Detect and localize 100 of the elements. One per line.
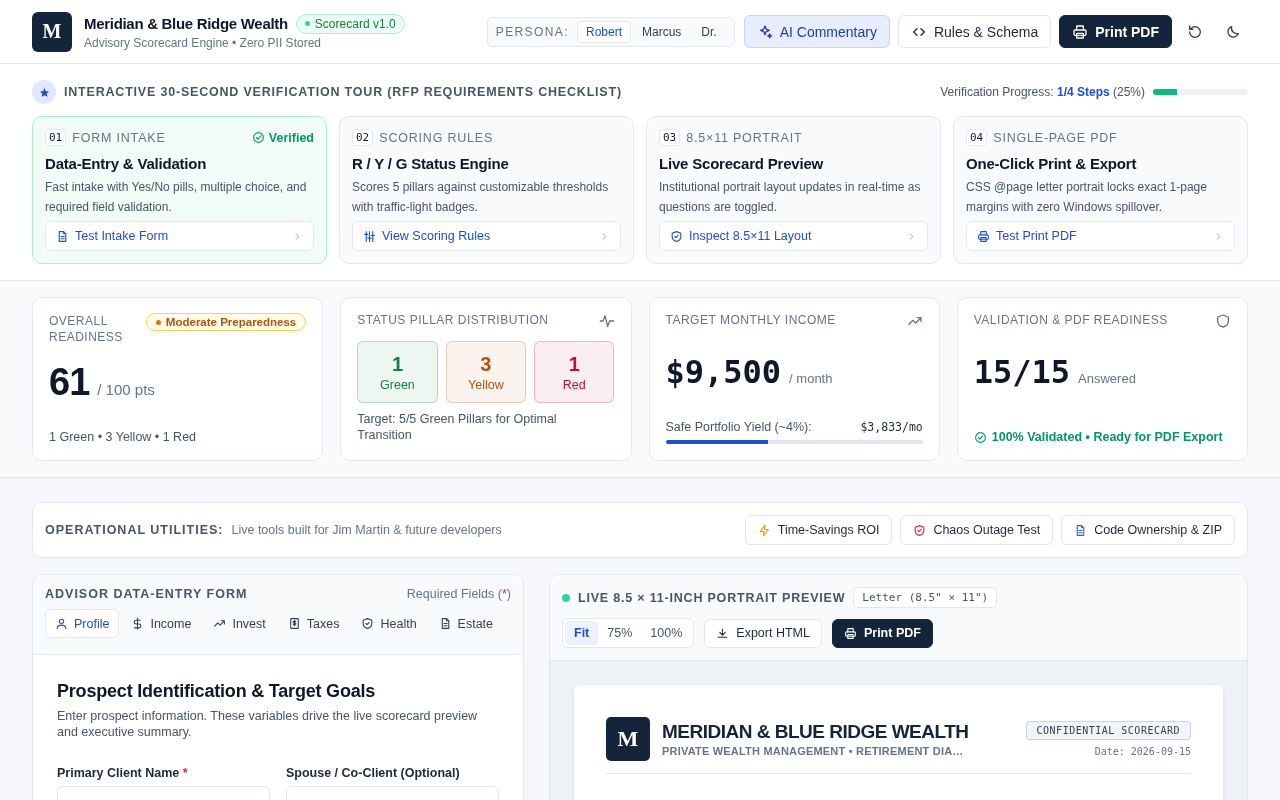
- zoom-option[interactable]: Fit: [565, 621, 599, 645]
- persona-option[interactable]: Robert: [576, 20, 631, 43]
- persona-option[interactable]: Dr.: [692, 20, 726, 43]
- yield-label: Safe Portfolio Yield (~4%):: [665, 420, 812, 434]
- person-icon: [55, 617, 68, 630]
- step-number: 01: [45, 129, 67, 146]
- pillar-count: 3: [480, 352, 492, 376]
- form-tab[interactable]: Health: [351, 609, 427, 638]
- step-category: SCORING RULES: [379, 130, 495, 145]
- pillar-label: Yellow: [468, 377, 504, 392]
- step-action-button[interactable]: Test Print PDF: [966, 221, 1235, 251]
- readiness-score: 61: [49, 361, 90, 404]
- export-html-button[interactable]: Export HTML: [704, 618, 822, 648]
- form-tab[interactable]: Estate: [428, 609, 504, 638]
- pillar-count: 1: [391, 352, 403, 376]
- scorecard-date: Date: 2026-09-15: [1094, 746, 1191, 757]
- form-tab[interactable]: Taxes: [277, 609, 350, 638]
- form-tab[interactable]: Income: [121, 609, 202, 638]
- header-button[interactable]: Rules & Schema: [897, 15, 1052, 48]
- step-description: Fast intake with Yes/No pills, multiple choice, and required field validation.: [45, 179, 308, 216]
- verified-label: Verified: [251, 130, 314, 145]
- step-category: 8.5×11 PORTRAIT: [686, 130, 804, 145]
- field-label: Primary Client Name *: [57, 766, 189, 780]
- readiness-summary: 1 Green • 3 Yellow • 1 Red: [49, 430, 198, 444]
- step-description: Institutional portrait layout updates in real-time as questions are toggled.: [659, 179, 922, 216]
- pillar-label: Red: [562, 377, 586, 392]
- confidential-badge: CONFIDENTIAL SCORECARD: [1025, 721, 1191, 740]
- utilities-subtitle: Live tools built for Jim Martin & future developers: [231, 523, 502, 537]
- pillar-label: Green: [380, 377, 415, 392]
- printer-icon: [1072, 23, 1089, 40]
- logo: M: [606, 717, 650, 761]
- firm-name: MERIDIAN & BLUE RIDGE WEALTH: [662, 721, 970, 743]
- zoom-option[interactable]: 75%: [598, 621, 642, 645]
- pillar-count: 1: [568, 352, 580, 376]
- step-action-button[interactable]: Inspect 8.5×11 Layout: [659, 221, 928, 251]
- trend-icon: [213, 617, 227, 630]
- shield-icon: [361, 617, 375, 630]
- section-title: Prospect Identification & Target Goals: [57, 681, 377, 702]
- persona-option[interactable]: Marcus: [633, 20, 691, 43]
- step-description: CSS @page letter portrait locks exact 1-page margins with zero Windows spillover.: [966, 179, 1208, 216]
- answered-label: Answered: [1078, 371, 1136, 386]
- preview-title: LIVE 8.5 × 11-INCH PORTRAIT PREVIEW: [578, 590, 846, 605]
- step-action-button[interactable]: View Scoring Rules: [352, 221, 621, 251]
- step-description: Scores 5 pillars against customizable thresholds with traffic-light badges.: [352, 179, 610, 216]
- answered-count: 15/15: [973, 353, 1071, 391]
- shield-icon: [913, 523, 927, 537]
- card-label: STATUS PILLAR DISTRIBUTION: [357, 313, 549, 327]
- persona-label: PERSONA:: [495, 24, 569, 39]
- shield-icon: [1215, 313, 1231, 329]
- step-title: One-Click Print & Export: [966, 155, 1138, 172]
- yield-value: $3,833/mo: [860, 420, 923, 434]
- pillar-target: Target: 5/5 Green Pillars for Optimal Transition: [357, 411, 558, 443]
- document-icon: [56, 229, 69, 243]
- sliders-icon: [363, 229, 376, 243]
- paper-size-badge: Letter (8.5" × 11"): [853, 587, 998, 608]
- app-title: Meridian & Blue Ridge Wealth: [84, 15, 288, 32]
- step-action-button[interactable]: Test Intake Form: [45, 221, 314, 251]
- printer-icon: [977, 229, 990, 243]
- step-number: 04: [966, 129, 988, 146]
- step-category: SINGLE-PAGE PDF: [993, 130, 1119, 145]
- shield-icon: [670, 229, 683, 243]
- readiness-badge: Moderate Preparedness: [145, 313, 307, 331]
- receipt-icon: [287, 617, 301, 630]
- step-number: 02: [352, 129, 374, 146]
- logo: M: [32, 11, 72, 52]
- step-category: FORM INTAKE: [72, 130, 167, 145]
- field-label: Spouse / Co-Client (Optional): [286, 766, 461, 780]
- form-title: ADVISOR DATA-ENTRY FORM: [45, 587, 248, 601]
- check-circle-icon: [973, 430, 987, 444]
- live-dot-icon: [562, 593, 570, 602]
- utility-button[interactable]: Code Ownership & ZIP: [1061, 515, 1235, 545]
- card-label: OVERALL READINESS: [49, 313, 124, 345]
- form-tab[interactable]: Invest: [203, 609, 276, 638]
- firm-tagline: PRIVATE WEALTH MANAGEMENT • RETIREMENT DIA…: [662, 745, 965, 757]
- validation-status: 100% Validated • Ready for PDF Export: [991, 430, 1223, 444]
- utilities-title: OPERATIONAL UTILITIES:: [45, 523, 224, 537]
- header-button[interactable]: AI Commentary: [743, 15, 890, 48]
- step-number: 03: [659, 129, 681, 146]
- step-title: Data-Entry & Validation: [45, 155, 208, 172]
- tour-title: INTERACTIVE 30-SECOND VERIFICATION TOUR (RFP REQUIREMENTS CHECKLIST): [64, 85, 622, 99]
- progress-text: Verification Progress: 1/4 Steps (25%): [940, 85, 1145, 99]
- download-icon: [716, 626, 730, 640]
- card-label: VALIDATION & PDF READINESS: [973, 313, 1168, 327]
- step-title: Live Scorecard Preview: [659, 155, 825, 172]
- section-description: Enter prospect information. These variables drive the live scorecard preview and executive summary.: [57, 708, 479, 740]
- lightning-icon: [757, 523, 771, 537]
- print-pdf-button[interactable]: Print PDF: [831, 618, 933, 648]
- income-amount: $9,500: [665, 353, 782, 391]
- required-note: Required Fields (*): [406, 587, 511, 601]
- version-badge: Scorecard v1.0: [295, 13, 405, 34]
- header-button[interactable]: Print PDF: [1059, 15, 1172, 48]
- utility-button[interactable]: Chaos Outage Test: [900, 515, 1054, 545]
- utility-button[interactable]: Time-Savings ROI: [744, 515, 893, 545]
- printer-icon: [843, 626, 857, 640]
- form-tab[interactable]: Profile: [45, 609, 120, 638]
- check-circle-icon: [251, 131, 265, 144]
- app-subtitle: Advisory Scorecard Engine • Zero PII Stored: [84, 35, 322, 50]
- card-label: TARGET MONTHLY INCOME: [665, 313, 836, 327]
- zoom-option[interactable]: 100%: [641, 621, 692, 645]
- step-title: R / Y / G Status Engine: [352, 155, 510, 172]
